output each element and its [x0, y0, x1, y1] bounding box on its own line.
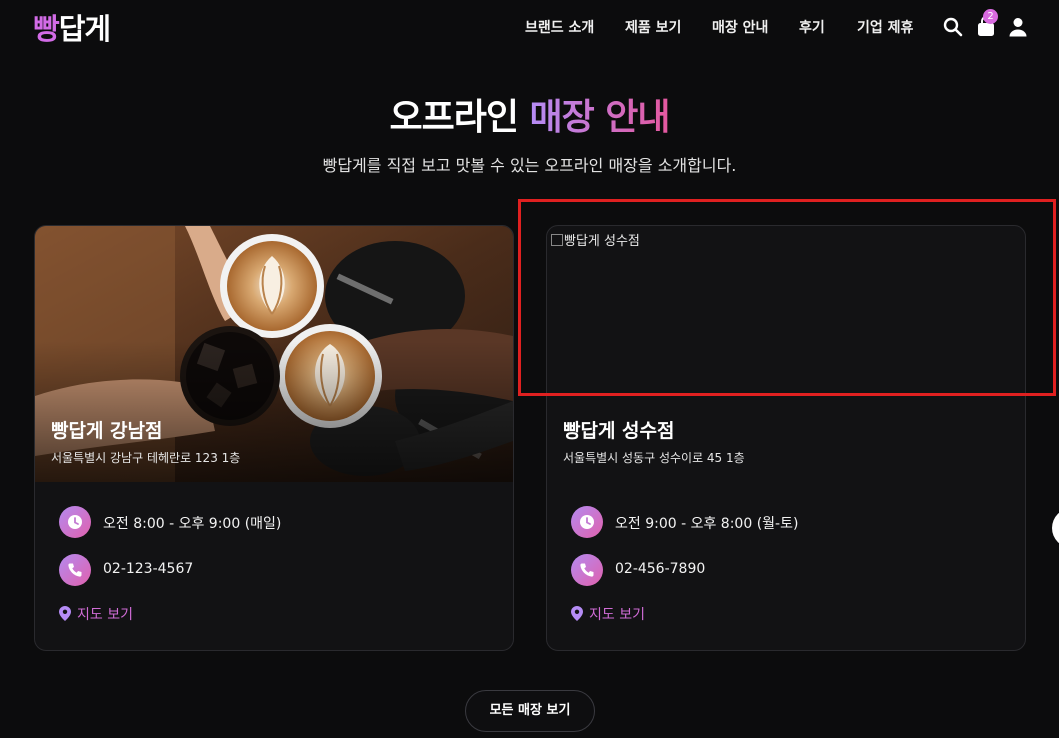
broken-image-icon: [551, 234, 563, 246]
store-name: 빵답게 성수점: [563, 420, 675, 442]
image-overlay: [35, 226, 513, 482]
nav-item-brand[interactable]: 브랜드 소개: [525, 17, 594, 37]
store-phone: 02-123-4567: [103, 561, 194, 577]
image-alt-label: 빵답게 성수점: [564, 234, 640, 249]
map-pin-icon: [571, 606, 583, 621]
store-image-seongsu-broken: 빵답게 성수점 빵답게 성수점 서울특별시 성동구 성수이로 45 1층: [547, 226, 1025, 482]
map-pin-icon: [59, 606, 71, 621]
user-icon[interactable]: [1009, 17, 1027, 41]
store-address: 서울특별시 성동구 성수이로 45 1층: [563, 451, 745, 465]
logo-accent: 빵: [33, 12, 60, 46]
store-hours: 오전 9:00 - 오후 8:00 (월-토): [615, 516, 799, 532]
site-header: 빵답게 브랜드 소개 제품 보기 매장 안내 후기 기업 제휴 2: [0, 0, 1059, 54]
store-address: 서울특별시 강남구 테헤란로 123 1층: [51, 451, 241, 465]
image-alt-text: 빵답게 성수점: [551, 230, 640, 249]
phone-icon: [571, 554, 603, 586]
nav-item-products[interactable]: 제품 보기: [625, 17, 681, 37]
store-card-gangnam: 빵답게 강남점 서울특별시 강남구 테헤란로 123 1층 오전 8:00 - …: [34, 225, 514, 651]
map-link[interactable]: 지도 보기: [571, 604, 645, 624]
map-link-label: 지도 보기: [589, 607, 645, 623]
store-image-gangnam: 빵답게 강남점 서울특별시 강남구 테헤란로 123 1층: [35, 226, 513, 482]
clock-icon: [571, 506, 603, 538]
title-plain: 오프라인: [389, 97, 518, 138]
nav-item-partnership[interactable]: 기업 제휴: [857, 17, 913, 37]
page-title: 오프라인 매장 안내: [0, 88, 1059, 140]
store-phone: 02-456-7890: [615, 561, 706, 577]
search-icon[interactable]: [943, 17, 963, 41]
store-hours: 오전 8:00 - 오후 9:00 (매일): [103, 516, 282, 532]
cart-count-badge: 2: [983, 9, 998, 24]
nav-item-stores[interactable]: 매장 안내: [712, 17, 768, 37]
map-link-label: 지도 보기: [77, 607, 133, 623]
store-name: 빵답게 강남점: [51, 420, 163, 442]
title-gradient: 매장 안내: [529, 97, 671, 138]
nav-item-reviews[interactable]: 후기: [799, 17, 825, 37]
phone-icon: [59, 554, 91, 586]
all-stores-button[interactable]: 모든 매장 보기: [465, 690, 595, 732]
map-link[interactable]: 지도 보기: [59, 604, 133, 624]
floating-button[interactable]: [1052, 508, 1059, 548]
store-card-seongsu: 빵답게 성수점 빵답게 성수점 서울특별시 성동구 성수이로 45 1층 오전 …: [546, 225, 1026, 651]
page-subtitle: 빵답게를 직접 보고 맛볼 수 있는 오프라인 매장을 소개합니다.: [322, 156, 737, 175]
logo-text: 답게: [58, 12, 111, 46]
page: 빵답게 브랜드 소개 제품 보기 매장 안내 후기 기업 제휴 2 오프라인 매…: [0, 0, 1059, 738]
logo[interactable]: 빵답게: [33, 6, 111, 48]
clock-icon: [59, 506, 91, 538]
